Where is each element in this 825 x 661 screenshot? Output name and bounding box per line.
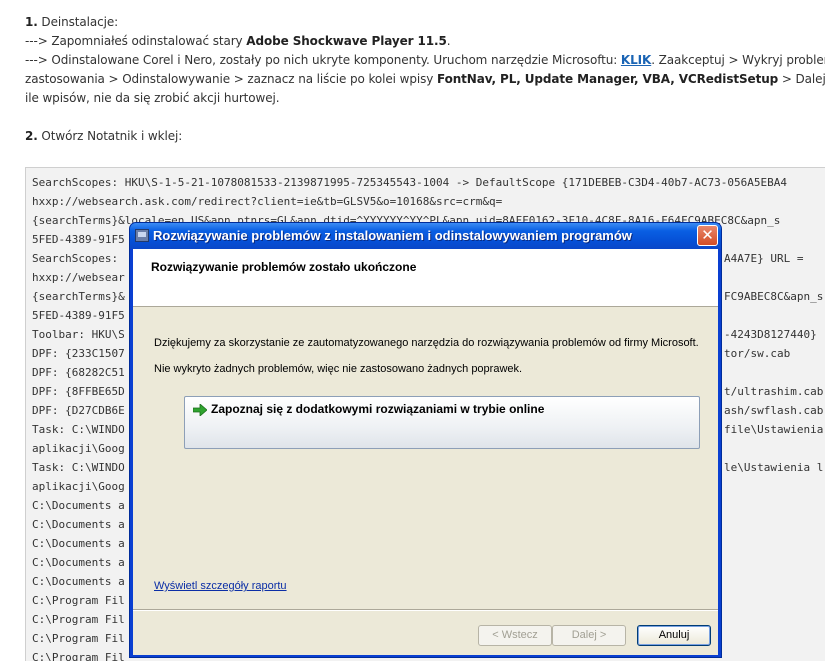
- code-line: SearchScopes:: [32, 252, 125, 265]
- klik-link[interactable]: KLIK: [621, 53, 651, 67]
- next-button[interactable]: Dalej >: [552, 625, 626, 646]
- code-line: C:\Documents a: [32, 499, 125, 512]
- code-line: Toolbar: HKU\S: [32, 328, 125, 341]
- code-fragment: t/ultrashim.cab: [724, 385, 824, 398]
- code-line: 5FED-4389-91F5: [32, 309, 125, 322]
- forum-line-6: 2. Otwórz Notatnik i wklej:: [25, 129, 183, 143]
- dialog-titlebar[interactable]: Rozwiązywanie problemów z instalowaniem …: [130, 223, 721, 249]
- online-solutions-button[interactable]: Zapoznaj się z dodatkowymi rozwiązaniami…: [184, 396, 700, 449]
- code-fragment: ash/swflash.cab: [724, 404, 824, 417]
- code-fragment: A4A7E} URL =: [724, 252, 804, 265]
- code-line: {searchTerms}&: [32, 290, 125, 303]
- code-line: C:\Program Fil: [32, 613, 125, 626]
- code-line: 5FED-4389-91F5: [32, 233, 125, 246]
- code-line: hxxp://websear: [32, 271, 125, 284]
- code-line: DPF: {233C1507: [32, 347, 125, 360]
- cancel-button[interactable]: Anuluj: [637, 625, 711, 646]
- code-fragment: le\Ustawienia l: [724, 461, 824, 474]
- green-arrow-icon: [193, 404, 207, 416]
- forum-line-3: ---> Odinstalowane Corel i Nero, zostały…: [25, 53, 825, 67]
- code-fragment: file\Ustawienia: [724, 423, 824, 436]
- online-solutions-label: Zapoznaj się z dodatkowymi rozwiązaniami…: [211, 402, 545, 416]
- forum-line-5: ile wpisów, nie da się zrobić akcji hurt…: [25, 91, 280, 105]
- dialog-title: Rozwiązywanie problemów z instalowaniem …: [153, 228, 632, 243]
- code-line: DPF: {68282C51: [32, 366, 125, 379]
- forum-line-2: ---> Zapomniałeś odinstalować stary Adob…: [25, 34, 451, 48]
- code-line: C:\Documents a: [32, 556, 125, 569]
- dialog-header: Rozwiązywanie problemów zostało ukończon…: [133, 249, 718, 307]
- code-line: Task: C:\WINDO: [32, 423, 125, 436]
- code-line: hxxp://websearch.ask.com/redirect?client…: [32, 195, 503, 208]
- back-button[interactable]: < Wstecz: [478, 625, 552, 646]
- code-fragment: FC9ABEC8C&apn_s: [724, 290, 824, 303]
- troubleshooter-dialog: Rozwiązywanie problemów z instalowaniem …: [129, 222, 722, 658]
- app-window-icon: [135, 229, 149, 242]
- forum-line-4: zastosowania > Odinstalowywanie > zaznac…: [25, 72, 825, 86]
- result-text: Nie wykryto żadnych problemów, więc nie …: [154, 363, 523, 375]
- header-title: Rozwiązywanie problemów zostało ukończon…: [151, 260, 417, 274]
- code-line: aplikacji\Goog: [32, 480, 125, 493]
- thanks-text: Dziękujemy za skorzystanie ze zautomatyz…: [154, 337, 699, 349]
- code-line: C:\Documents a: [32, 518, 125, 531]
- code-line: C:\Program Fil: [32, 632, 125, 645]
- footer-separator: [133, 609, 718, 611]
- close-icon: ✕: [701, 226, 714, 244]
- forum-line-1: 1. Deinstalacje:: [25, 15, 119, 29]
- code-line: C:\Documents a: [32, 575, 125, 588]
- code-line: Task: C:\WINDO: [32, 461, 125, 474]
- code-line: aplikacji\Goog: [32, 442, 125, 455]
- close-button[interactable]: ✕: [697, 225, 718, 246]
- code-line: SearchScopes: HKU\S-1-5-21-1078081533-21…: [32, 176, 787, 189]
- dialog-client-area: Rozwiązywanie problemów zostało ukończon…: [133, 249, 718, 655]
- view-report-details-link[interactable]: Wyświetl szczegóły raportu: [154, 580, 287, 592]
- code-line: C:\Program Fil: [32, 651, 125, 661]
- code-line: C:\Program Fil: [32, 594, 125, 607]
- code-line: C:\Documents a: [32, 537, 125, 550]
- code-line: DPF: {D27CDB6E: [32, 404, 125, 417]
- code-line: DPF: {8FFBE65D: [32, 385, 125, 398]
- code-fragment: -4243D8127440}: [724, 328, 817, 341]
- code-fragment: tor/sw.cab: [724, 347, 791, 360]
